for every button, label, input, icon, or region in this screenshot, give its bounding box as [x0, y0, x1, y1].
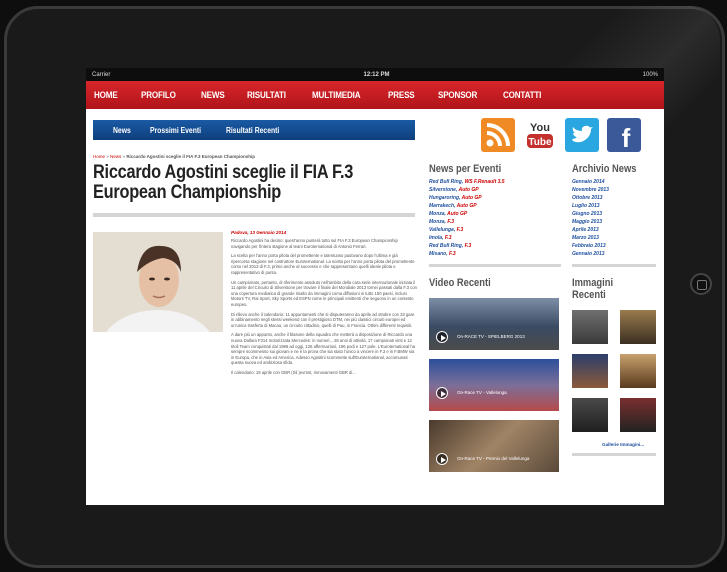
news-per-eventi-list: Red Bull Ring, WS F.Renault 3.5 Silverst…: [429, 178, 561, 258]
article-paragraph: Un campionato, pertanto, di riferimento …: [231, 279, 417, 307]
divider: [572, 453, 656, 456]
image-thumbnail[interactable]: [620, 354, 656, 388]
nav-news[interactable]: NEWS: [201, 90, 225, 101]
article-paragraph: A dare più un appunto, anche il blasone …: [231, 332, 416, 366]
article-body: Padova, 13 Gennaio 2014 Riccardo Agostin…: [231, 230, 417, 379]
social-links: You Tube f: [481, 118, 649, 153]
video-caption: On-RACE TV - SPIELBERG 2013: [457, 334, 525, 339]
list-item[interactable]: Monza, Auto GP: [429, 210, 561, 218]
right-column: Archivio News Gennaio 2014 Novembre 2013…: [572, 163, 656, 456]
list-item[interactable]: Silverstone, Auto GP: [429, 186, 561, 194]
breadcrumb-news[interactable]: News: [110, 154, 121, 159]
list-item[interactable]: Red Bull Ring, F.3: [429, 242, 561, 250]
video-thumbnail[interactable]: On-Race TV - Vallelunga: [429, 359, 559, 411]
screen: Carrier 12:12 PM 100% HOME PROFILO NEWS …: [86, 68, 664, 505]
video-caption: On-Race TV - Premio del Vallelunga: [457, 456, 530, 461]
nav-home[interactable]: HOME: [94, 90, 118, 101]
list-item[interactable]: Imola, F.3: [429, 234, 561, 242]
main-nav: HOME PROFILO NEWS RISULTATI MULTIMEDIA P…: [86, 81, 664, 109]
list-item[interactable]: Hungaroring, Auto GP: [429, 194, 561, 202]
play-icon[interactable]: [436, 453, 448, 465]
article-column: News Prossimi Eventi Risultati Recenti H…: [93, 120, 417, 375]
image-grid: [572, 310, 656, 432]
archivio-list: Gennaio 2014 Novembre 2013 Ottobre 2013 …: [572, 178, 656, 258]
battery-label: 100%: [642, 71, 658, 78]
list-item[interactable]: Misano, F.3: [429, 250, 561, 258]
nav-sponsor[interactable]: SPONSOR: [438, 90, 477, 101]
middle-column: News per Eventi Red Bull Ring, WS F.Rena…: [429, 163, 561, 472]
archive-link[interactable]: Ottobre 2013: [572, 194, 656, 202]
gallery-link[interactable]: Gallerie Immagini...: [572, 442, 656, 447]
play-icon[interactable]: [436, 387, 448, 399]
list-item[interactable]: Monza, F.3: [429, 218, 561, 226]
subnav-news[interactable]: News: [113, 126, 131, 135]
article-paragraph: Il calendario: 19 aprile con GBR (Sil.)e…: [231, 369, 356, 375]
page-title: Riccardo Agostini sceglie il FIA F.3 Eur…: [93, 162, 354, 203]
sub-nav: News Prossimi Eventi Risultati Recenti: [93, 120, 415, 140]
article-dateline: Padova, 13 Gennaio 2014: [231, 230, 287, 235]
driver-photo: [93, 232, 223, 332]
breadcrumb-home[interactable]: Home: [93, 154, 105, 159]
nav-profilo[interactable]: PROFILO: [141, 90, 176, 101]
nav-press[interactable]: PRESS: [388, 90, 415, 101]
play-icon[interactable]: [436, 331, 448, 343]
facebook-f-text: f: [622, 123, 631, 152]
video-thumbnail[interactable]: On-RACE TV - SPIELBERG 2013: [429, 298, 559, 350]
status-bar: Carrier 12:12 PM 100%: [86, 68, 664, 81]
divider: [93, 213, 415, 217]
archive-link[interactable]: Novembre 2013: [572, 186, 656, 194]
clock: 12:12 PM: [363, 71, 390, 78]
subnav-prossimi-eventi[interactable]: Prossimi Eventi: [150, 126, 201, 135]
archive-link[interactable]: Giugno 2013: [572, 210, 656, 218]
home-button[interactable]: [690, 273, 712, 295]
rss-icon[interactable]: [481, 118, 515, 152]
archive-link[interactable]: Gennaio 2014: [572, 178, 656, 186]
nav-contatti[interactable]: CONTATTI: [503, 90, 541, 101]
subnav-risultati-recenti[interactable]: Risultati Recenti: [226, 126, 279, 135]
article-paragraph: Di rilievo anche il calendario: 11 appun…: [231, 311, 415, 328]
archive-link[interactable]: Gennaio 2013: [572, 250, 656, 258]
breadcrumb: Home » News » Riccardo Agostini sceglie …: [93, 154, 255, 159]
image-thumbnail[interactable]: [620, 398, 656, 432]
nav-risultati[interactable]: RISULTATI: [247, 90, 286, 101]
article-paragraph: Riccardo Agostini ha deciso: quest'anno …: [231, 238, 398, 249]
image-thumbnail[interactable]: [572, 398, 608, 432]
nav-multimedia[interactable]: MULTIMEDIA: [312, 90, 361, 101]
divider: [429, 264, 561, 267]
archive-link[interactable]: Aprile 2013: [572, 226, 656, 234]
twitter-icon[interactable]: [565, 118, 599, 152]
list-item[interactable]: Marrakech, Auto GP: [429, 202, 561, 210]
divider: [572, 264, 656, 267]
image-thumbnail[interactable]: [620, 310, 656, 344]
facebook-icon[interactable]: f: [607, 118, 641, 153]
archive-link[interactable]: Marzo 2013: [572, 234, 656, 242]
carrier-label: Carrier: [92, 71, 111, 78]
article-paragraph: La scelta per l'anno porta pilota del pr…: [231, 253, 415, 275]
archive-link[interactable]: Febbraio 2013: [572, 242, 656, 250]
video-thumbnail[interactable]: On-Race TV - Premio del Vallelunga: [429, 420, 559, 472]
archive-link[interactable]: Luglio 2013: [572, 202, 656, 210]
youtube-you-text: You: [530, 122, 550, 134]
youtube-icon[interactable]: You Tube: [523, 118, 557, 152]
youtube-tube-text: Tube: [528, 137, 552, 148]
list-item[interactable]: Red Bull Ring, WS F.Renault 3.5: [429, 178, 561, 186]
video-recenti-heading: Video Recenti: [429, 277, 491, 289]
image-thumbnail[interactable]: [572, 354, 608, 388]
list-item[interactable]: Vallelunga, F.3: [429, 226, 561, 234]
archive-link[interactable]: Maggio 2013: [572, 218, 656, 226]
breadcrumb-current: Riccardo Agostini sceglie il FIA F.3 Eur…: [126, 154, 255, 159]
news-per-eventi-heading: News per Eventi: [429, 163, 502, 175]
archivio-news-heading: Archivio News: [572, 163, 637, 175]
immagini-recenti-heading: Immagini Recenti: [572, 277, 614, 301]
video-caption: On-Race TV - Vallelunga: [457, 390, 507, 395]
image-thumbnail[interactable]: [572, 310, 608, 344]
